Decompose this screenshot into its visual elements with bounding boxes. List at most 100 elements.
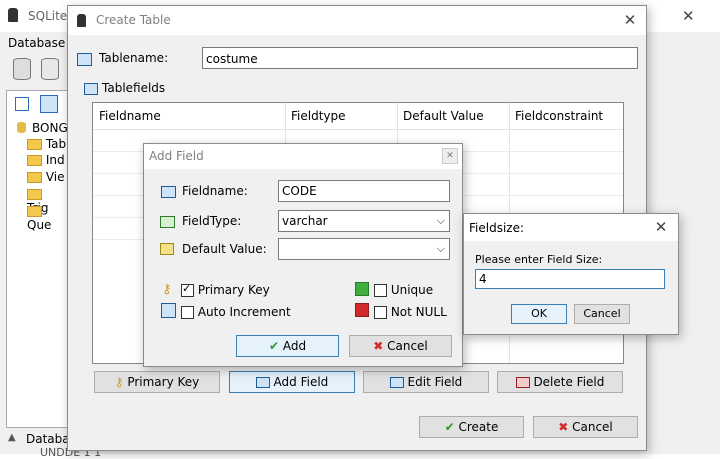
tree-item[interactable]: Tab	[27, 137, 66, 152]
tree-tab-table-icon[interactable]	[40, 95, 58, 113]
edit-field-icon	[389, 377, 404, 388]
delete-field-button[interactable]: Delete Field	[497, 371, 623, 393]
default-value-icon	[160, 243, 174, 255]
edit-field-button-label: Edit Field	[407, 375, 463, 389]
status-arrow-icon: ▲	[8, 432, 16, 443]
tree-item[interactable]: Ind	[27, 153, 65, 168]
fieldsize-title: Fieldsize:	[469, 221, 525, 235]
column-header[interactable]: Fieldconstraint	[515, 109, 603, 123]
delete-field-button-label: Delete Field	[533, 375, 605, 389]
checkmark-icon: ✔	[444, 420, 455, 434]
add-field-cancel-label: Cancel	[387, 339, 428, 353]
primary-key-check[interactable]	[181, 282, 194, 297]
add-field-dialog: Add Field ✕ Fieldname: CODE FieldType: v…	[143, 143, 463, 367]
fieldsize-close-icon[interactable]: ✕	[646, 214, 676, 241]
delete-field-icon	[515, 377, 530, 388]
column-header[interactable]: Fieldname	[99, 109, 161, 123]
add-field-cancel-button[interactable]: ✖ Cancel	[349, 335, 452, 357]
fieldsize-titlebar: Fieldsize: ✕	[464, 214, 678, 241]
add-field-button[interactable]: Add Field	[229, 371, 355, 393]
create-button[interactable]: ✔ Create	[419, 416, 524, 438]
fieldname-value: CODE	[282, 184, 317, 198]
not-null-icon	[355, 303, 369, 317]
tree-item[interactable]: Que	[27, 204, 67, 232]
tablefields-label: Tablefields	[102, 81, 166, 95]
table-icon	[77, 53, 92, 66]
checkmark-icon: ✔	[268, 339, 279, 353]
folder-icon	[27, 155, 42, 166]
add-field-button-label: Add Field	[273, 375, 329, 389]
primary-key-button[interactable]: ⚷ Primary Key	[94, 371, 220, 393]
open-database-icon[interactable]	[41, 58, 59, 80]
chevron-down-icon: ⌵	[436, 214, 445, 227]
tablename-input[interactable]: costume	[202, 47, 638, 69]
fieldsize-cancel-button[interactable]: Cancel	[574, 304, 630, 324]
fieldsize-value: 4	[479, 272, 487, 286]
cancel-button-label: Cancel	[572, 420, 613, 434]
cancel-button[interactable]: ✖ Cancel	[533, 416, 638, 438]
app-icon	[8, 8, 18, 22]
create-table-title: Create Table	[96, 13, 171, 27]
main-close-icon[interactable]: ✕	[682, 7, 695, 25]
new-database-icon[interactable]	[13, 58, 31, 80]
add-field-title: Add Field	[149, 149, 204, 163]
tablefields-icon	[84, 83, 98, 95]
fieldsize-dialog: Fieldsize: ✕ Please enter Field Size: 4 …	[463, 213, 679, 335]
unique-label: Unique	[390, 283, 434, 297]
create-table-titlebar: Create Table ✕	[68, 6, 646, 35]
fieldname-input[interactable]: CODE	[278, 180, 450, 202]
tree-item[interactable]: Trig	[27, 187, 67, 215]
fieldname-icon	[161, 186, 176, 198]
fieldtype-select[interactable]: varchar ⌵	[278, 210, 450, 232]
tree-item-label: Tab	[45, 137, 67, 151]
not-null-label: Not NULL	[390, 305, 447, 319]
primary-key-button-label: Primary Key	[127, 375, 200, 389]
fieldsize-cancel-label: Cancel	[583, 307, 621, 320]
tree-tab-icon[interactable]	[15, 97, 29, 111]
default-value-select[interactable]: ⌵	[278, 238, 450, 260]
add-field-titlebar: Add Field ✕	[144, 144, 462, 169]
tree-item-label: Que	[27, 218, 52, 232]
auto-increment-checkbox[interactable]: Auto Increment	[181, 305, 291, 319]
tree-item-label: Ind	[45, 153, 65, 167]
fieldname-label: Fieldname:	[182, 184, 248, 198]
default-value-label: Default Value:	[182, 242, 267, 256]
add-button[interactable]: ✔ Add	[236, 335, 339, 357]
tree-item-label: Vie	[45, 170, 65, 184]
tablename-label: Tablename:	[99, 51, 169, 65]
unique-checkbox[interactable]: Unique	[374, 283, 433, 297]
fieldsize-input[interactable]: 4	[475, 269, 665, 289]
add-field-close-icon[interactable]: ✕	[442, 148, 458, 164]
not-null-check[interactable]	[374, 306, 387, 319]
auto-increment-label: Auto Increment	[197, 305, 291, 319]
add-field-icon	[255, 377, 270, 388]
dialog-app-icon	[77, 14, 86, 27]
chevron-down-icon: ⌵	[436, 242, 445, 255]
tree-item[interactable]: Vie	[27, 170, 65, 185]
tree-root-icon	[17, 122, 26, 133]
ok-button[interactable]: OK	[511, 304, 567, 324]
folder-icon	[27, 139, 42, 150]
fieldsize-prompt: Please enter Field Size:	[475, 253, 603, 266]
create-table-close-icon[interactable]: ✕	[613, 6, 647, 35]
primary-key-checkbox[interactable]: Primary Key	[181, 282, 270, 297]
column-header[interactable]: Default Value	[403, 109, 484, 123]
tablename-value: costume	[206, 52, 258, 66]
fieldtype-icon	[160, 216, 175, 228]
column-header[interactable]: Fieldtype	[291, 109, 346, 123]
fieldtype-label: FieldType:	[182, 214, 242, 228]
unique-check[interactable]	[374, 284, 387, 297]
unique-icon	[355, 282, 369, 296]
edit-field-button[interactable]: Edit Field	[363, 371, 489, 393]
key-icon: ⚷	[162, 282, 172, 297]
key-icon: ⚷	[114, 375, 124, 389]
not-null-checkbox[interactable]: Not NULL	[374, 305, 447, 319]
tree-panel: BONGS Tab Ind Vie Trig Que	[6, 90, 75, 428]
ok-button-label: OK	[531, 307, 547, 320]
menu-database[interactable]: Database	[8, 36, 65, 50]
create-button-label: Create	[458, 420, 499, 434]
fields-table-header: Fieldname Fieldtype Default Value Fieldc…	[93, 103, 623, 130]
add-button-label: Add	[282, 339, 307, 353]
auto-increment-check[interactable]	[181, 306, 194, 319]
folder-icon	[27, 189, 42, 200]
